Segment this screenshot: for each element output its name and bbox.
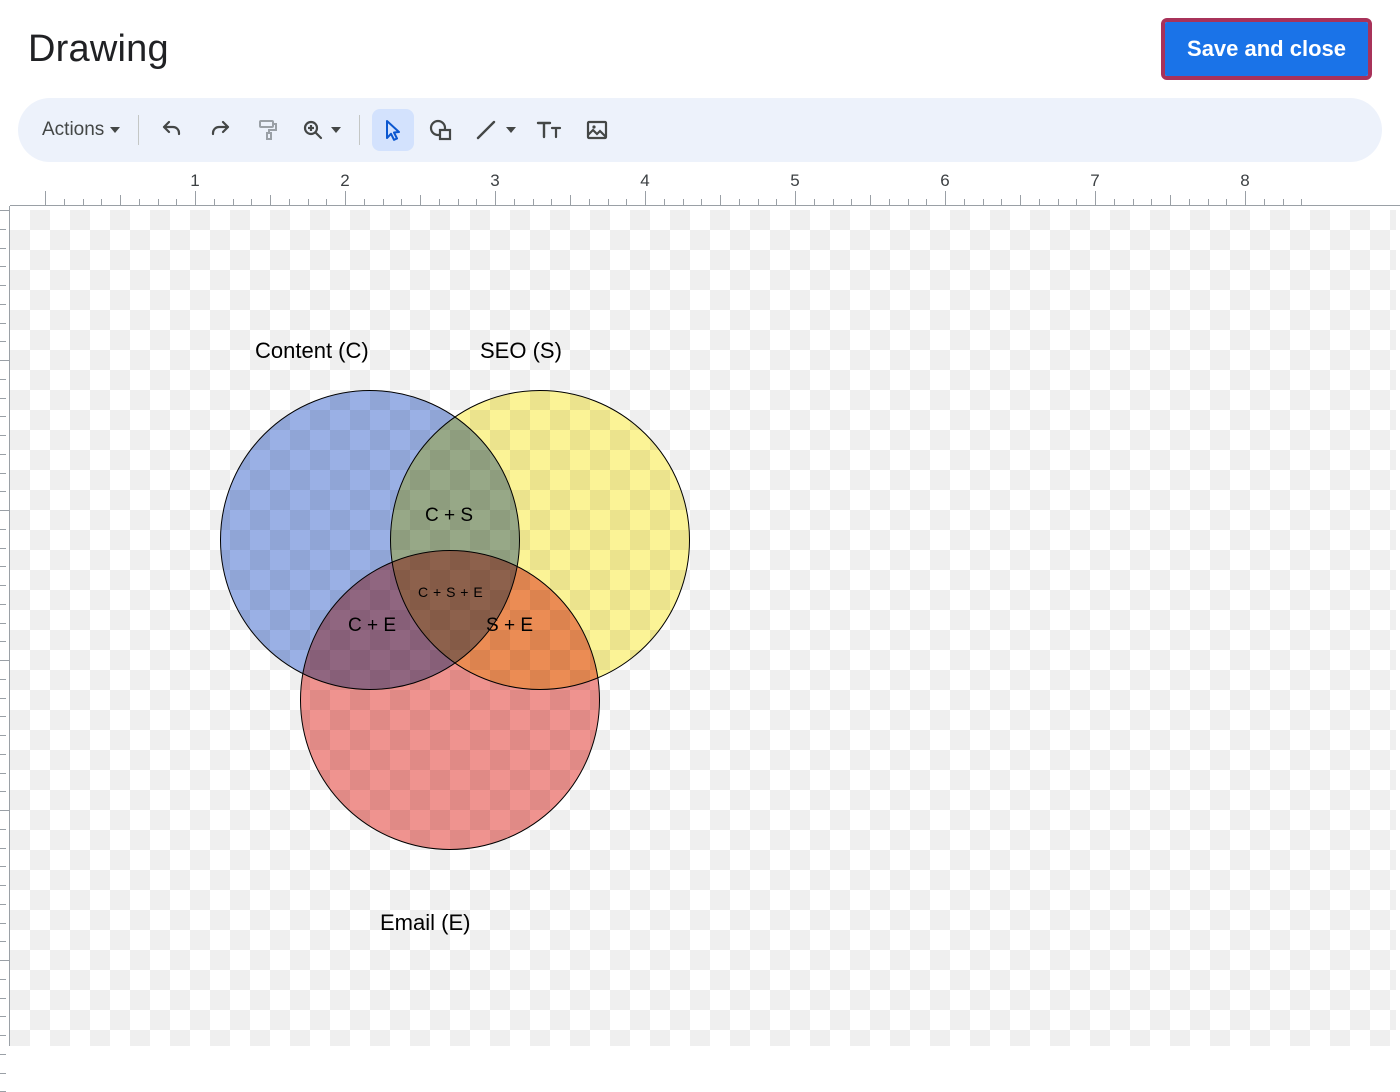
venn-set-label-seo[interactable]: SEO (S): [480, 338, 562, 364]
shape-tool-button[interactable]: [420, 109, 462, 151]
textbox-tool-button[interactable]: [528, 109, 570, 151]
drawing-canvas[interactable]: Content (C) SEO (S) Email (E) C + S C + …: [10, 210, 1396, 1046]
select-tool-button[interactable]: [372, 109, 414, 151]
undo-button[interactable]: [151, 109, 193, 151]
actions-menu[interactable]: Actions: [36, 109, 126, 151]
ruler-h-label: 3: [490, 171, 499, 191]
venn-intersection-ce[interactable]: C + E: [348, 615, 396, 637]
venn-intersection-se[interactable]: S + E: [486, 615, 533, 637]
ruler-h-label: 2: [340, 171, 349, 191]
redo-button[interactable]: [199, 109, 241, 151]
shape-icon: [428, 118, 454, 142]
undo-icon: [160, 118, 184, 142]
save-highlight: Save and close: [1161, 18, 1372, 80]
ruler-h-label: 6: [940, 171, 949, 191]
paint-format-button[interactable]: [247, 109, 289, 151]
paint-roller-icon: [256, 118, 280, 142]
ruler-horizontal: 1 2 3 4 5 6 7 8: [0, 168, 1400, 206]
chevron-down-icon: [331, 127, 341, 133]
ruler-h-label: 1: [190, 171, 199, 191]
toolbar-separator: [359, 115, 360, 145]
image-tool-button[interactable]: [576, 109, 618, 151]
cursor-icon: [381, 118, 405, 142]
page-title: Drawing: [28, 28, 169, 71]
ruler-h-label: 7: [1090, 171, 1099, 191]
toolbar: Actions: [18, 98, 1382, 162]
chevron-down-icon: [110, 127, 120, 133]
line-icon: [474, 118, 498, 142]
ruler-h-label: 5: [790, 171, 799, 191]
chevron-down-icon: [506, 127, 516, 133]
venn-set-label-content[interactable]: Content (C): [255, 338, 369, 364]
venn-intersection-cs[interactable]: C + S: [425, 505, 473, 527]
zoom-button[interactable]: [295, 109, 347, 151]
ruler-h-label: 8: [1240, 171, 1249, 191]
line-tool-button[interactable]: [468, 109, 522, 151]
save-and-close-button[interactable]: Save and close: [1165, 22, 1368, 76]
image-icon: [585, 118, 609, 142]
ruler-h-label: 4: [640, 171, 649, 191]
zoom-icon: [301, 118, 325, 142]
actions-label: Actions: [42, 119, 104, 141]
header-bar: Drawing Save and close: [0, 0, 1400, 98]
text-icon: [535, 118, 563, 142]
ruler-vertical: [0, 206, 10, 1046]
venn-set-label-email[interactable]: Email (E): [380, 910, 470, 936]
toolbar-separator: [138, 115, 139, 145]
venn-intersection-cse[interactable]: C + S + E: [418, 584, 483, 600]
redo-icon: [208, 118, 232, 142]
